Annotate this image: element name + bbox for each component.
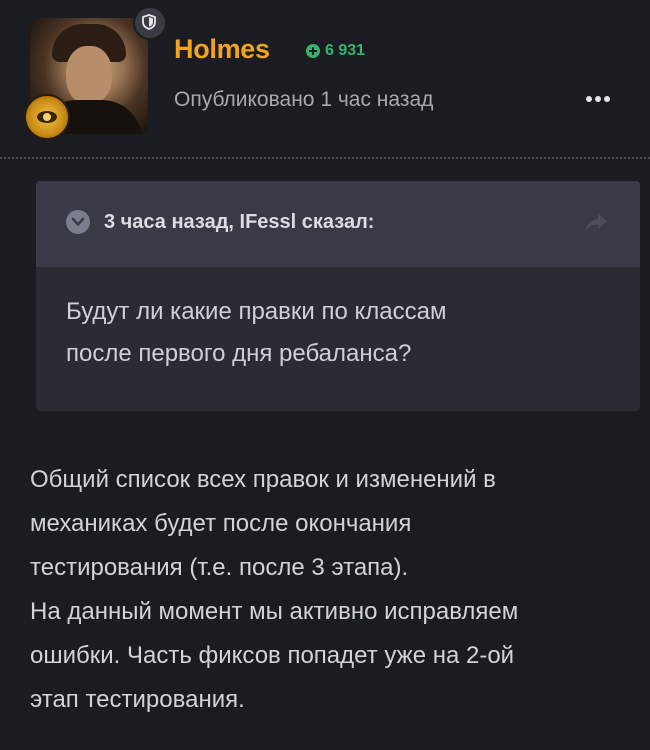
reputation-badge: 6 931 (306, 42, 365, 60)
quote-line: Будут ли какие правки по классам (66, 298, 447, 325)
share-arrow-icon[interactable] (582, 211, 610, 235)
content-line: На данный момент мы активно исправляем (30, 598, 519, 625)
reputation-count: 6 931 (325, 42, 366, 59)
content-line: этап тестирования. (30, 686, 245, 713)
plus-circle-icon (306, 44, 320, 58)
quote-header: 3 часа назад, IFessl сказал: (36, 181, 640, 267)
content-line: механиках будет после окончания (30, 510, 412, 537)
post-content: Общий список всех правок и изменений в м… (30, 458, 642, 722)
content-line: ошибки. Часть фиксов попадет уже на 2-ой (30, 642, 515, 669)
content-line: тестирования (т.е. после 3 этапа). (30, 554, 409, 581)
published-time[interactable]: Опубликовано 1 час назад (174, 88, 433, 112)
post-header: Holmes 6 931 Опубликовано 1 час назад (0, 0, 650, 160)
more-dots-icon[interactable] (586, 96, 610, 102)
quote-line: после первого дня ребаланса? (66, 340, 412, 367)
rank-badge-icon (24, 94, 70, 140)
quote-citation[interactable]: 3 часа назад, IFessl сказал: (104, 211, 374, 234)
quote-text: Будут ли какие правки по классам после п… (36, 267, 640, 375)
quote-block: 3 часа назад, IFessl сказал: Будут ли ка… (36, 181, 640, 411)
content-line: Общий список всех правок и изменений в (30, 466, 496, 493)
chevron-down-icon[interactable] (66, 210, 90, 234)
header-divider (0, 157, 650, 159)
shield-icon (133, 6, 167, 40)
author-name[interactable]: Holmes (174, 34, 270, 65)
